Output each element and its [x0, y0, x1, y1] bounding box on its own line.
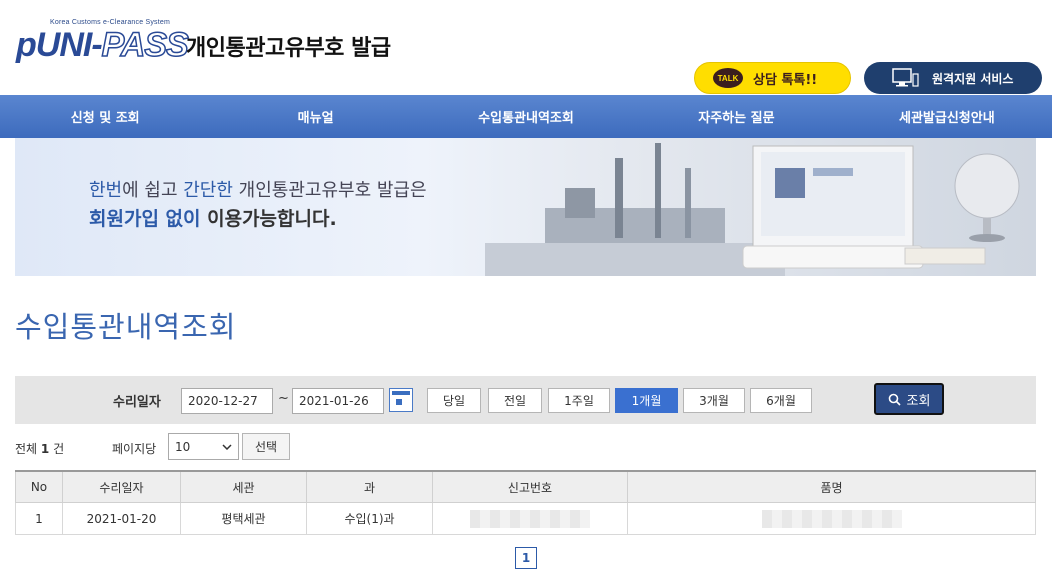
apply-per-page-button[interactable]: 선택 [242, 433, 290, 460]
per-page-select[interactable]: 10 [168, 433, 239, 460]
banner-subheadline: 회원가입 없이 이용가능합니다. [89, 204, 337, 231]
date-to-input[interactable] [292, 388, 384, 414]
per-page-value: 10 [175, 439, 191, 454]
period-6month-button[interactable]: 6개월 [750, 388, 812, 413]
logo-text-b: PASS [101, 25, 190, 65]
monitor-icon [892, 68, 919, 87]
redacted-item-name [761, 509, 902, 528]
talk-consult-button[interactable]: TALK 상담 톡톡!! [694, 62, 851, 94]
date-label: 수리일자 [113, 395, 161, 410]
remote-support-button[interactable]: 원격지원 서비스 [864, 62, 1042, 94]
page-1-button[interactable]: 1 [515, 547, 537, 569]
page-title: 수입통관내역조회 [15, 310, 237, 344]
period-1week-button[interactable]: 1주일 [548, 388, 610, 413]
unipass-logo[interactable]: pUNI-PASS [16, 25, 190, 65]
search-button[interactable]: 조회 [874, 383, 944, 415]
calendar-icon[interactable] [389, 388, 413, 412]
col-header-item-name: 품명 [627, 470, 1036, 503]
total-count: 전체 1 건 [15, 440, 64, 457]
cell-declaration-no [432, 502, 628, 535]
hero-banner: 한번에 쉽고 간단한 개인통관고유부호 발급은 회원가입 없이 이용가능합니다. [15, 138, 1036, 276]
cell-no: 1 [15, 502, 63, 535]
banner-text-2: 에 쉽고 [122, 180, 184, 201]
kakao-talk-icon: TALK [713, 68, 743, 88]
banner-headline: 한번에 쉽고 간단한 개인통관고유부호 발급은 [89, 176, 427, 202]
redacted-declaration-no [470, 509, 590, 528]
remote-support-label: 원격지원 서비스 [932, 71, 1014, 86]
logo-subtitle: Korea Customs e-Clearance System [50, 19, 170, 26]
period-today-button[interactable]: 당일 [427, 388, 481, 413]
banner-text-6: 이용가능합니다. [200, 208, 337, 230]
nav-item-apply[interactable]: 신청 및 조회 [0, 95, 210, 138]
col-header-customs: 세관 [180, 470, 307, 503]
col-header-division: 과 [306, 470, 433, 503]
nav-item-import-history[interactable]: 수입통관내역조회 [421, 95, 631, 138]
period-1month-button[interactable]: 1개월 [615, 388, 678, 413]
col-header-date: 수리일자 [62, 470, 181, 503]
date-range-separator: ~ [278, 391, 289, 406]
search-icon [888, 393, 901, 406]
site-title: 개인통관고유부호 발급 [186, 36, 391, 61]
cell-item-name [627, 502, 1036, 535]
main-nav: 신청 및 조회 매뉴얼 수입통관내역조회 자주하는 질문 세관발급신청안내 [0, 95, 1052, 138]
banner-text-3: 간단한 [183, 180, 233, 201]
banner-illustration [485, 143, 1020, 276]
cell-customs: 평택세관 [180, 502, 307, 535]
total-prefix: 전체 [15, 442, 38, 456]
date-from-input[interactable] [181, 388, 273, 414]
search-button-label: 조회 [906, 393, 931, 409]
cell-date: 2021-01-20 [62, 502, 181, 535]
nav-item-customs-guide[interactable]: 세관발급신청안내 [842, 95, 1052, 138]
nav-item-faq[interactable]: 자주하는 질문 [631, 95, 841, 138]
total-number: 1 [40, 442, 50, 456]
table-row[interactable]: 1 2021-01-20 평택세관 수입(1)과 [15, 502, 1036, 535]
banner-text-4: 개인통관고유부호 발급은 [232, 180, 427, 201]
banner-text-5: 회원가입 없이 [89, 208, 201, 230]
talk-consult-label: 상담 톡톡!! [753, 72, 818, 88]
total-suffix: 건 [53, 442, 65, 456]
chevron-down-icon [222, 443, 232, 450]
banner-text-1: 한번 [89, 180, 123, 201]
table-header-row: No 수리일자 세관 과 신고번호 품명 [15, 470, 1036, 503]
per-page-label: 페이지당 [112, 442, 157, 456]
logo-text-a: pUNI- [16, 26, 103, 64]
col-header-declaration-no: 신고번호 [432, 470, 628, 503]
import-history-table: No 수리일자 세관 과 신고번호 품명 1 2021-01-20 평택세관 수… [15, 470, 1036, 535]
cell-division: 수입(1)과 [306, 502, 433, 535]
col-header-no: No [15, 470, 63, 503]
period-3month-button[interactable]: 3개월 [683, 388, 745, 413]
period-yesterday-button[interactable]: 전일 [488, 388, 542, 413]
nav-item-manual[interactable]: 매뉴얼 [210, 95, 420, 138]
